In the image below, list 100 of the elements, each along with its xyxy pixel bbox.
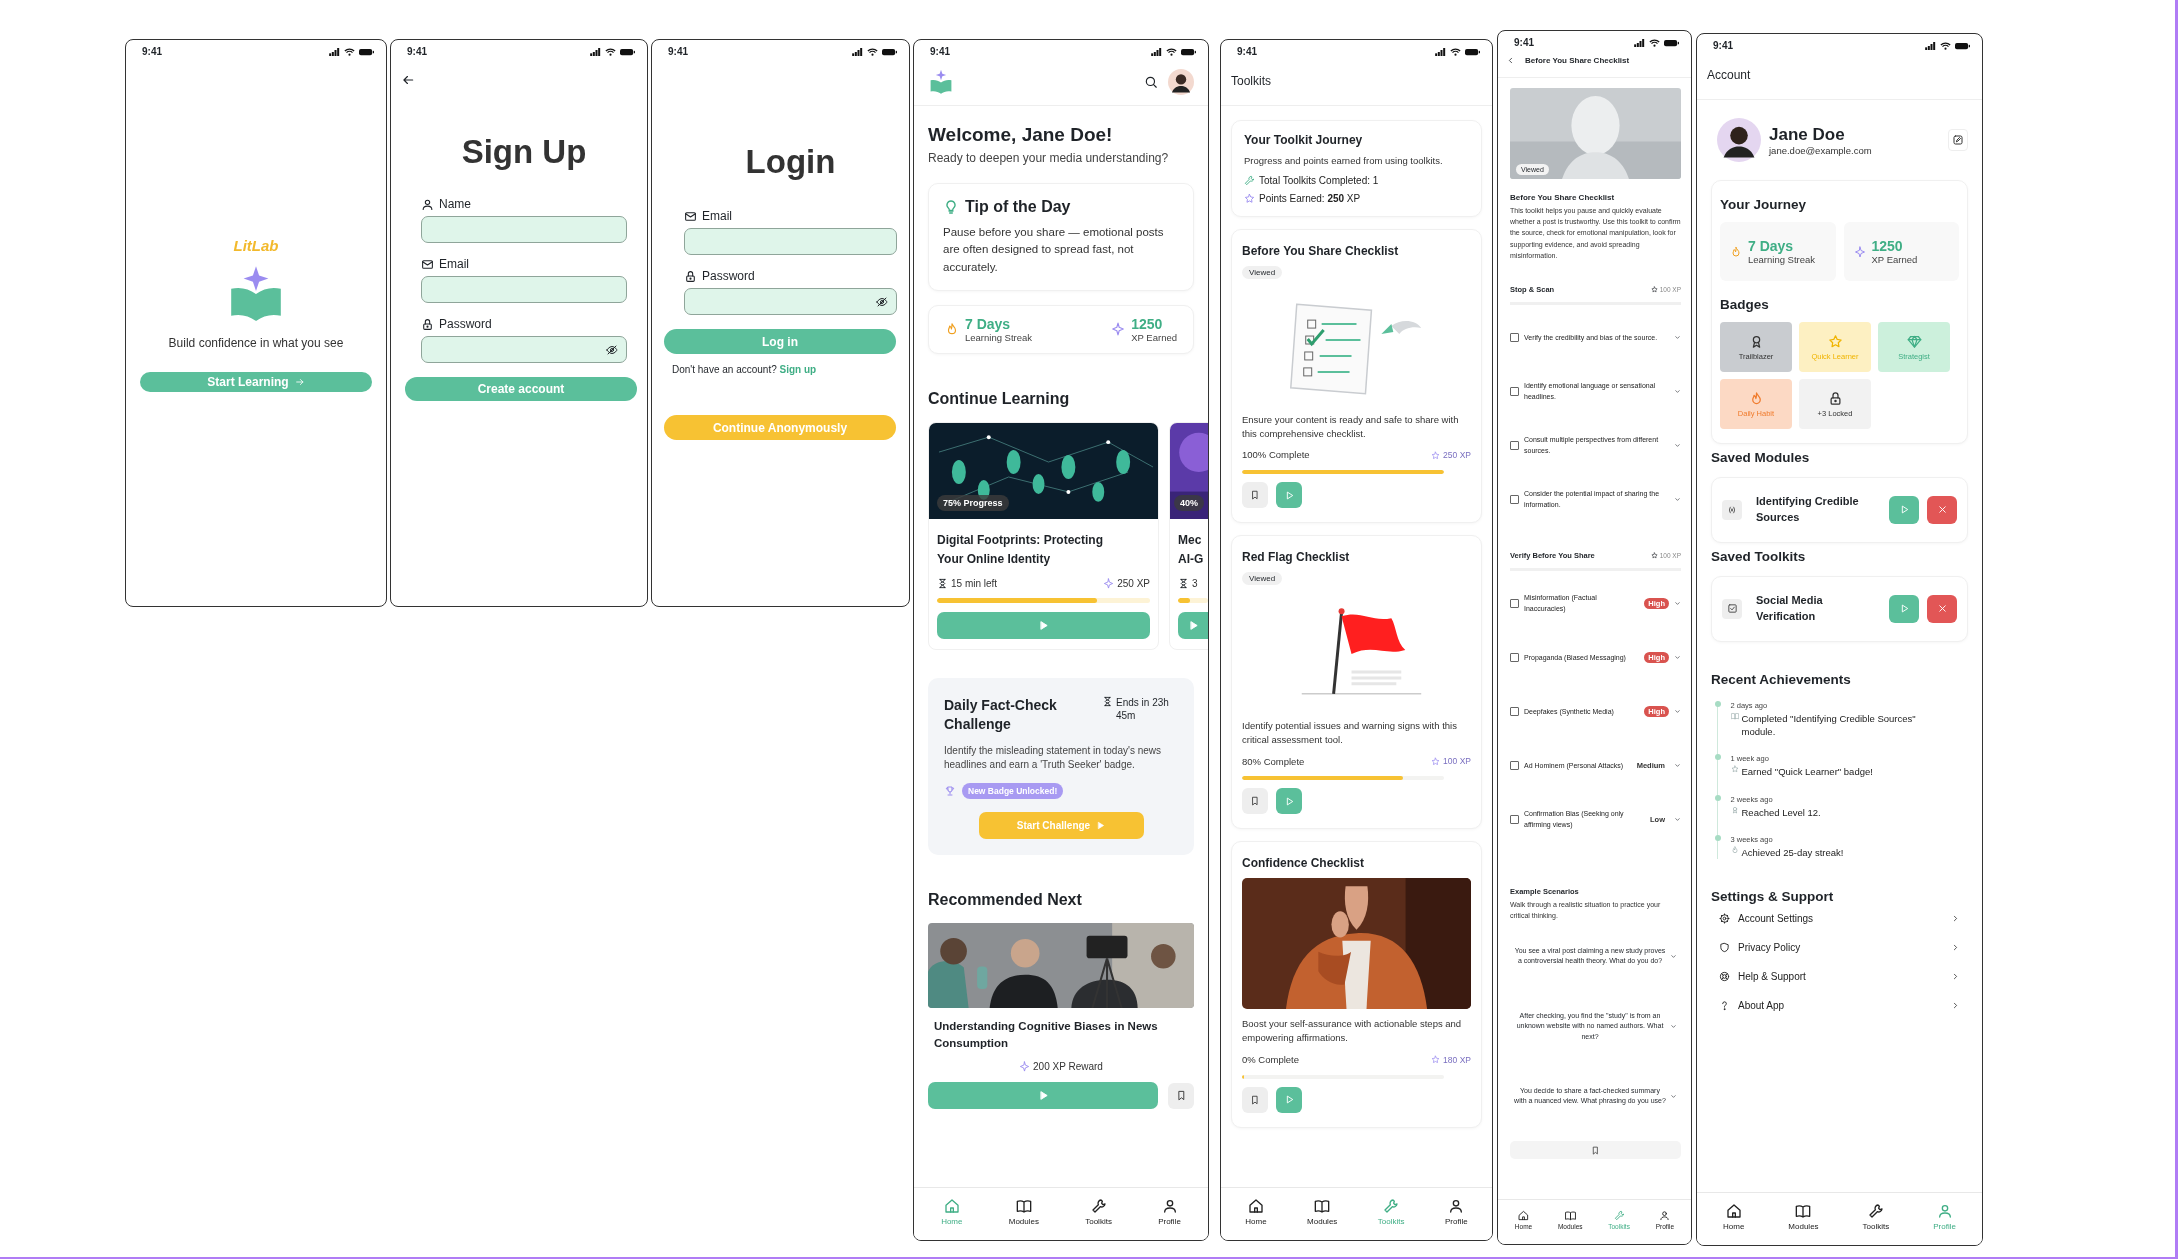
input-field[interactable] — [421, 216, 627, 243]
edit-button[interactable] — [1948, 129, 1968, 151]
tab[interactable]: Home — [1717, 1203, 1751, 1231]
bookmark-button[interactable] — [1242, 482, 1268, 509]
toolkit-description: Identify potential issues and warning signs with this critical assessment tool. — [1242, 719, 1458, 747]
chevron-down-icon[interactable] — [1674, 762, 1681, 770]
signal-icon — [1634, 38, 1645, 47]
play-button[interactable] — [1276, 788, 1302, 815]
hidden-eye-icon[interactable] — [606, 343, 618, 356]
section-heading: Badges — [1720, 297, 1770, 312]
input-field[interactable] — [421, 276, 627, 303]
wrench-icon — [1244, 174, 1255, 186]
bookmark-icon — [1250, 1094, 1260, 1105]
book-icon — [1015, 1198, 1032, 1214]
home-icon — [943, 1198, 960, 1214]
chevron-down-icon[interactable] — [1674, 442, 1681, 450]
tab[interactable]: Modules — [1301, 1198, 1344, 1226]
play-button[interactable] — [1889, 594, 1919, 623]
home-icon — [1247, 1198, 1264, 1214]
xp-reward: 250 XP — [1117, 578, 1150, 590]
chevron-down-icon[interactable] — [1670, 1092, 1677, 1100]
chevron-down-icon[interactable] — [1674, 334, 1681, 342]
wrench-icon — [1383, 1198, 1400, 1214]
variable-icon — [1727, 504, 1737, 515]
bookmark-button[interactable] — [1242, 1086, 1268, 1113]
timeline-dot — [1714, 700, 1721, 707]
completion-label: 0% Complete — [1242, 1052, 1300, 1067]
bookmark-button[interactable] — [1168, 1082, 1194, 1109]
bookmark-icon — [1250, 490, 1260, 501]
play-button[interactable] — [1889, 495, 1919, 524]
play-button[interactable] — [1276, 482, 1302, 509]
checkbox[interactable] — [1510, 761, 1519, 771]
chevron-down-icon[interactable] — [1674, 600, 1681, 608]
bookmark-button[interactable] — [1242, 788, 1268, 815]
input-field[interactable] — [684, 228, 897, 255]
play-button[interactable] — [1276, 1086, 1302, 1113]
search-icon[interactable] — [1144, 75, 1158, 89]
play-button[interactable] — [928, 1082, 1158, 1110]
tab[interactable]: Profile — [1152, 1198, 1187, 1226]
bookmark-icon — [1250, 796, 1260, 807]
tab[interactable]: Modules — [1002, 1198, 1045, 1226]
play-icon — [1096, 820, 1106, 830]
screen-title: Before You Share Checklist — [1525, 56, 1630, 65]
flame-icon — [1730, 245, 1742, 258]
sparkle-icon — [1111, 322, 1126, 337]
checkbox[interactable] — [1510, 495, 1519, 505]
book-icon — [1730, 711, 1739, 720]
settings-row[interactable]: About App — [1711, 991, 1968, 1021]
chevron-down-icon[interactable] — [1674, 816, 1681, 824]
checkbox[interactable] — [1510, 653, 1519, 663]
tab[interactable]: Home — [1239, 1198, 1273, 1226]
recommended-title: Understanding Cognitive Biases in News Consumption — [933, 1018, 1159, 1051]
settings-row[interactable]: Privacy Policy — [1711, 933, 1968, 963]
checkbox[interactable] — [1510, 387, 1519, 397]
tab[interactable]: Modules — [1782, 1203, 1825, 1231]
trophy-icon — [944, 784, 956, 797]
star-icon — [1431, 450, 1441, 460]
play-button[interactable] — [1178, 612, 1208, 640]
remove-button[interactable] — [1927, 495, 1957, 524]
checkbox[interactable] — [1510, 707, 1519, 717]
course-card[interactable]: 75% Progress Digital Footprints: Protecting Your Online Identity 15 min left 250 XP — [928, 421, 1159, 651]
status-time: 9:41 — [930, 46, 950, 57]
remove-button[interactable] — [1927, 594, 1957, 623]
tab[interactable]: Toolkits — [1856, 1203, 1896, 1231]
star-icon — [1431, 756, 1441, 766]
chevron-down-icon[interactable] — [1674, 708, 1681, 716]
chevron-down-icon[interactable] — [1670, 1022, 1677, 1030]
back-icon[interactable] — [401, 73, 415, 87]
star-icon — [1431, 1055, 1441, 1065]
checkbox[interactable] — [1510, 599, 1519, 609]
play-button[interactable] — [937, 612, 1150, 640]
hourglass-icon — [1102, 696, 1113, 708]
card-description: Progress and points earned from using toolkits. — [1244, 154, 1444, 168]
sparkle-icon — [1103, 578, 1115, 590]
battery-icon — [359, 47, 374, 56]
avatar[interactable] — [1168, 69, 1194, 95]
diamond-icon — [1906, 333, 1922, 349]
tab[interactable]: Profile — [1439, 1198, 1474, 1226]
section-heading: Recommended Next — [928, 890, 1083, 909]
hidden-eye-icon[interactable] — [876, 295, 888, 308]
settings-row[interactable]: Help & Support — [1711, 962, 1968, 992]
chevron-down-icon[interactable] — [1674, 654, 1681, 662]
checkbox[interactable] — [1510, 333, 1519, 343]
chevron-down-icon[interactable] — [1670, 952, 1677, 960]
tip-title: Tip of the Day — [965, 198, 1071, 216]
wifi-icon — [1649, 38, 1660, 47]
tab[interactable]: Toolkits — [1079, 1198, 1118, 1226]
input-field[interactable] — [684, 288, 897, 315]
person-icon — [1448, 1198, 1465, 1214]
status-time: 9:41 — [1713, 40, 1733, 51]
checkbox[interactable] — [1510, 441, 1519, 451]
course-card[interactable]: 40% Mec AI-G 3 — [1169, 421, 1208, 651]
chevron-down-icon[interactable] — [1674, 496, 1681, 504]
settings-row[interactable]: Account Settings — [1711, 904, 1968, 934]
mail-icon — [684, 209, 697, 223]
stat-value: 7 Days — [1748, 238, 1795, 254]
chevron-down-icon[interactable] — [1674, 388, 1681, 396]
input-field[interactable] — [421, 336, 627, 363]
book-icon — [1314, 1198, 1331, 1214]
checkbox[interactable] — [1510, 815, 1519, 825]
